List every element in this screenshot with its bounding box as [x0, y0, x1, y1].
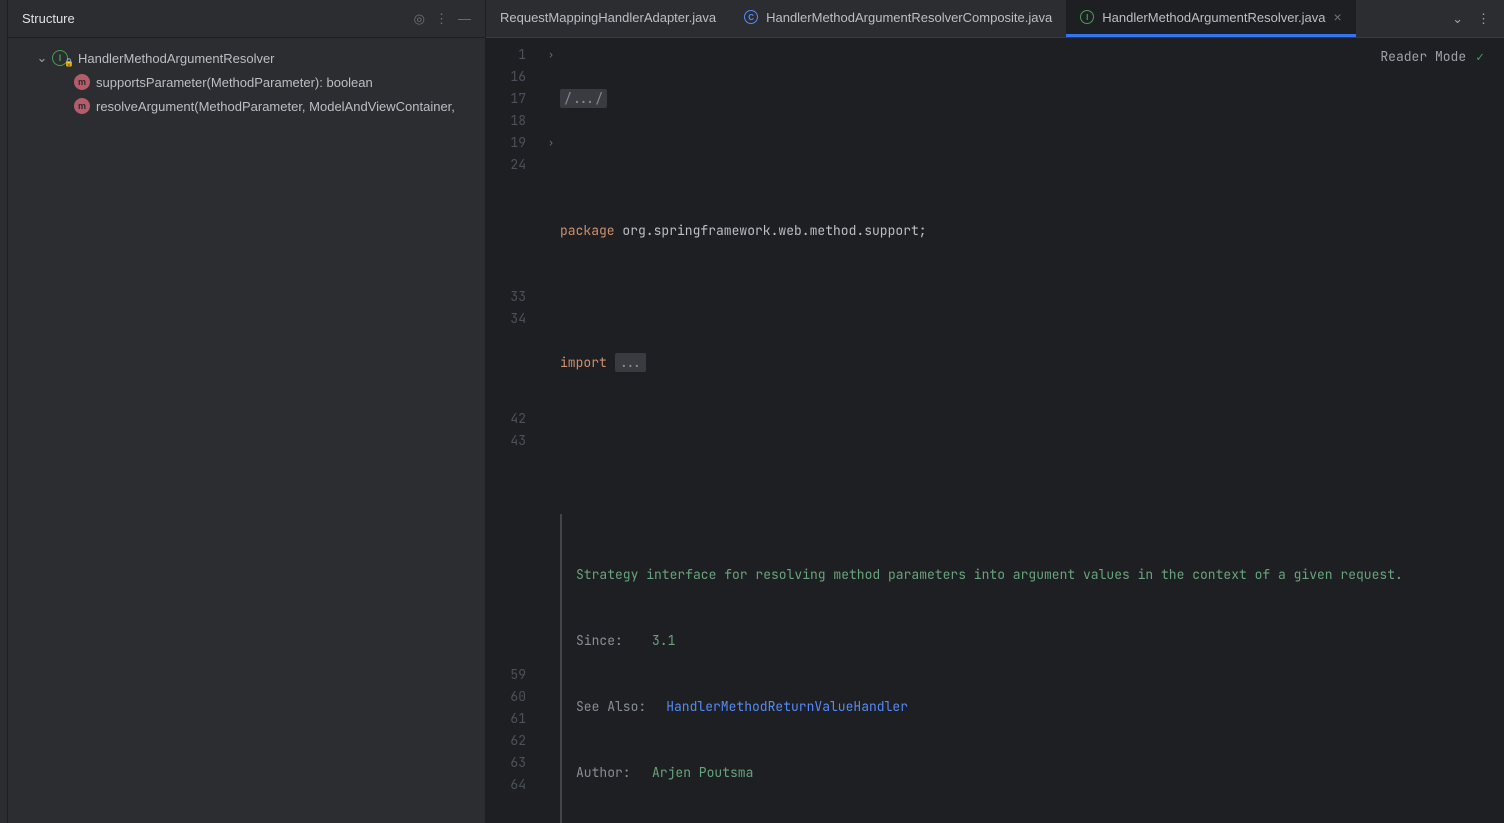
gutter: 1 16 17 18 19 24 33 34 42 43 59 60 61 62… — [486, 38, 542, 823]
javadoc-link[interactable]: HandlerMethodReturnValueHandler — [666, 698, 908, 715]
close-icon[interactable]: × — [1334, 9, 1342, 25]
fold-icon[interactable]: › — [542, 44, 560, 66]
folded-region[interactable]: ... — [615, 353, 646, 372]
method-icon: m — [74, 98, 90, 114]
chevron-down-icon[interactable]: ⌄ — [36, 52, 48, 64]
tool-rail — [0, 0, 8, 823]
line-number: 19 — [486, 132, 542, 154]
line-number: 16 — [486, 66, 542, 88]
structure-header: Structure ◎ ⋮ — — [8, 0, 485, 38]
javadoc-desc: Strategy interface for resolving method … — [576, 564, 1186, 586]
structure-tree: ⌄ I 🔒 HandlerMethodArgumentResolver m su… — [8, 38, 485, 126]
view-options-icon[interactable]: ◎ — [414, 11, 425, 27]
editor-tabs: RequestMappingHandlerAdapter.java C Hand… — [486, 0, 1504, 38]
structure-title: Structure — [22, 11, 414, 26]
more-icon[interactable]: ⋮ — [435, 11, 448, 27]
line-number: 62 — [486, 730, 542, 752]
method-icon: m — [74, 74, 90, 90]
javadoc-author: Arjen Poutsma — [652, 764, 1504, 782]
lock-icon: 🔒 — [64, 58, 74, 67]
line-number: 34 — [486, 308, 542, 330]
more-icon[interactable]: ⋮ — [1477, 11, 1490, 27]
package-name: org.springframework.web.method.support; — [615, 222, 927, 239]
interface-icon: I — [1080, 10, 1094, 24]
editor-body[interactable]: Reader Mode ✓ 1 16 17 18 19 24 33 34 42 … — [486, 38, 1504, 823]
line-number: 59 — [486, 664, 542, 686]
tab-label: RequestMappingHandlerAdapter.java — [500, 10, 716, 25]
tree-label: resolveArgument(MethodParameter, ModelAn… — [96, 99, 455, 114]
folded-region[interactable]: /.../ — [560, 89, 607, 108]
tab-resolver[interactable]: I HandlerMethodArgumentResolver.java × — [1066, 0, 1355, 37]
keyword: import — [560, 354, 607, 371]
minimize-icon[interactable]: — — [458, 11, 471, 26]
keyword: package — [560, 222, 615, 239]
line-number: 64 — [486, 774, 542, 796]
tab-label: HandlerMethodArgumentResolver.java — [1102, 10, 1325, 25]
line-number: 33 — [486, 286, 542, 308]
tree-label: supportsParameter(MethodParameter): bool… — [96, 75, 373, 90]
chevron-down-icon[interactable]: ⌄ — [1452, 11, 1463, 27]
structure-panel: Structure ◎ ⋮ — ⌄ I 🔒 HandlerMethodArgum… — [8, 0, 486, 823]
tree-label: HandlerMethodArgumentResolver — [78, 51, 275, 66]
line-number: 61 — [486, 708, 542, 730]
tree-node-root[interactable]: ⌄ I 🔒 HandlerMethodArgumentResolver — [8, 46, 485, 70]
fold-column: › › — [542, 38, 560, 823]
line-number: 1 — [486, 44, 542, 66]
tab-label: HandlerMethodArgumentResolverComposite.j… — [766, 10, 1052, 25]
check-icon: ✓ — [1476, 46, 1484, 68]
code-content[interactable]: /.../ package org.springframework.web.me… — [560, 38, 1504, 823]
line-number: 17 — [486, 88, 542, 110]
javadoc-since: 3.1 — [652, 632, 1504, 650]
line-number: 18 — [486, 110, 542, 132]
tab-resolver-composite[interactable]: C HandlerMethodArgumentResolverComposite… — [730, 0, 1066, 37]
javadoc-since-label: Since: — [576, 632, 632, 650]
javadoc-block: Strategy interface for resolving method … — [560, 514, 1504, 823]
tree-node-method[interactable]: m resolveArgument(MethodParameter, Model… — [8, 94, 485, 118]
class-icon: C — [744, 10, 758, 24]
line-number: 60 — [486, 686, 542, 708]
editor-area: RequestMappingHandlerAdapter.java C Hand… — [486, 0, 1504, 823]
reader-mode-label: Reader Mode — [1380, 46, 1466, 68]
javadoc-see-label: See Also: — [576, 698, 646, 716]
reader-mode-badge[interactable]: Reader Mode ✓ — [1376, 44, 1488, 70]
line-number: 24 — [486, 154, 542, 176]
tab-request-mapping[interactable]: RequestMappingHandlerAdapter.java — [486, 0, 730, 37]
line-number: 63 — [486, 752, 542, 774]
fold-icon[interactable]: › — [542, 132, 560, 154]
line-number: 43 — [486, 430, 542, 452]
tree-node-method[interactable]: m supportsParameter(MethodParameter): bo… — [8, 70, 485, 94]
line-number: 42 — [486, 408, 542, 430]
javadoc-author-label: Author: — [576, 764, 632, 782]
